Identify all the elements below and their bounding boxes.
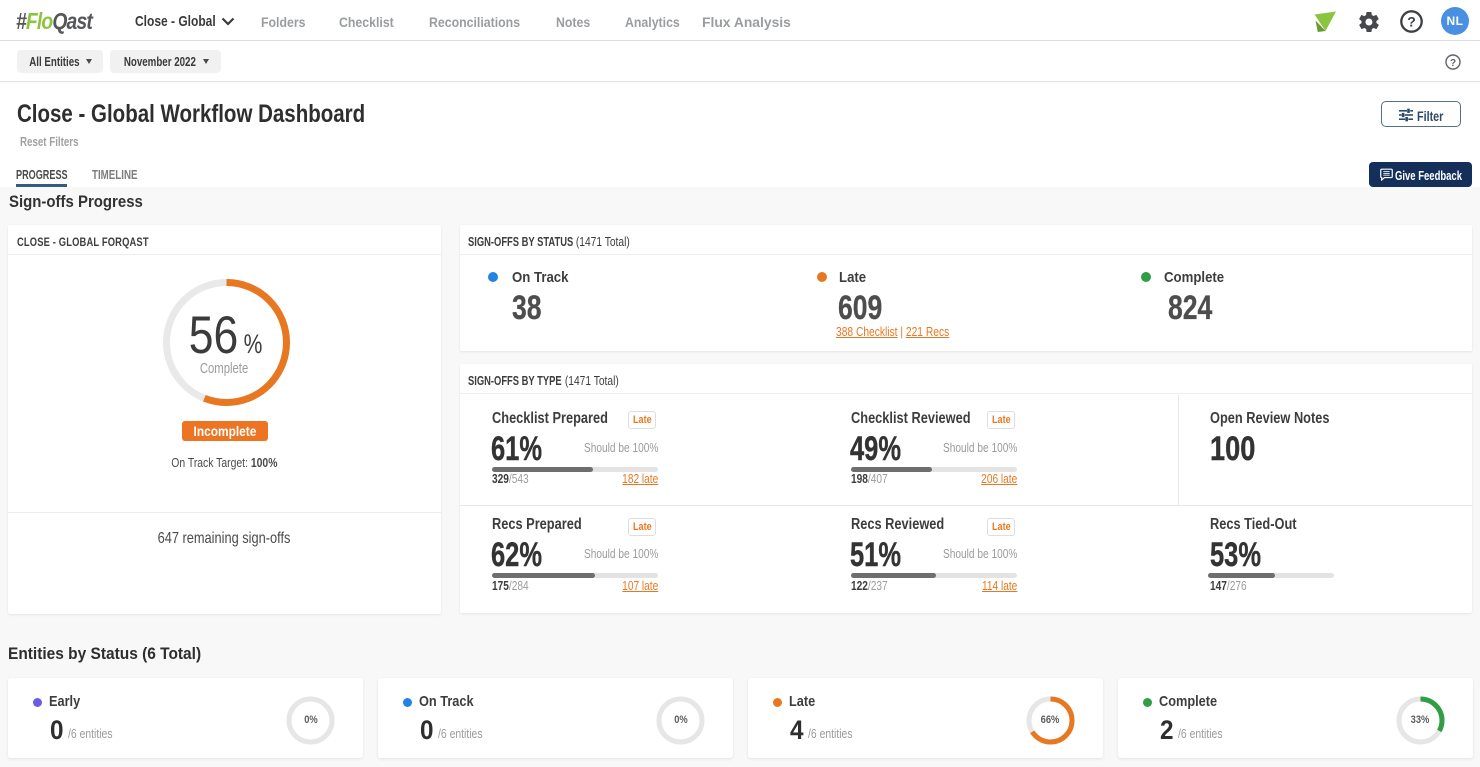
svg-text:?: ? — [1450, 58, 1456, 69]
svg-text:?: ? — [1407, 13, 1416, 29]
